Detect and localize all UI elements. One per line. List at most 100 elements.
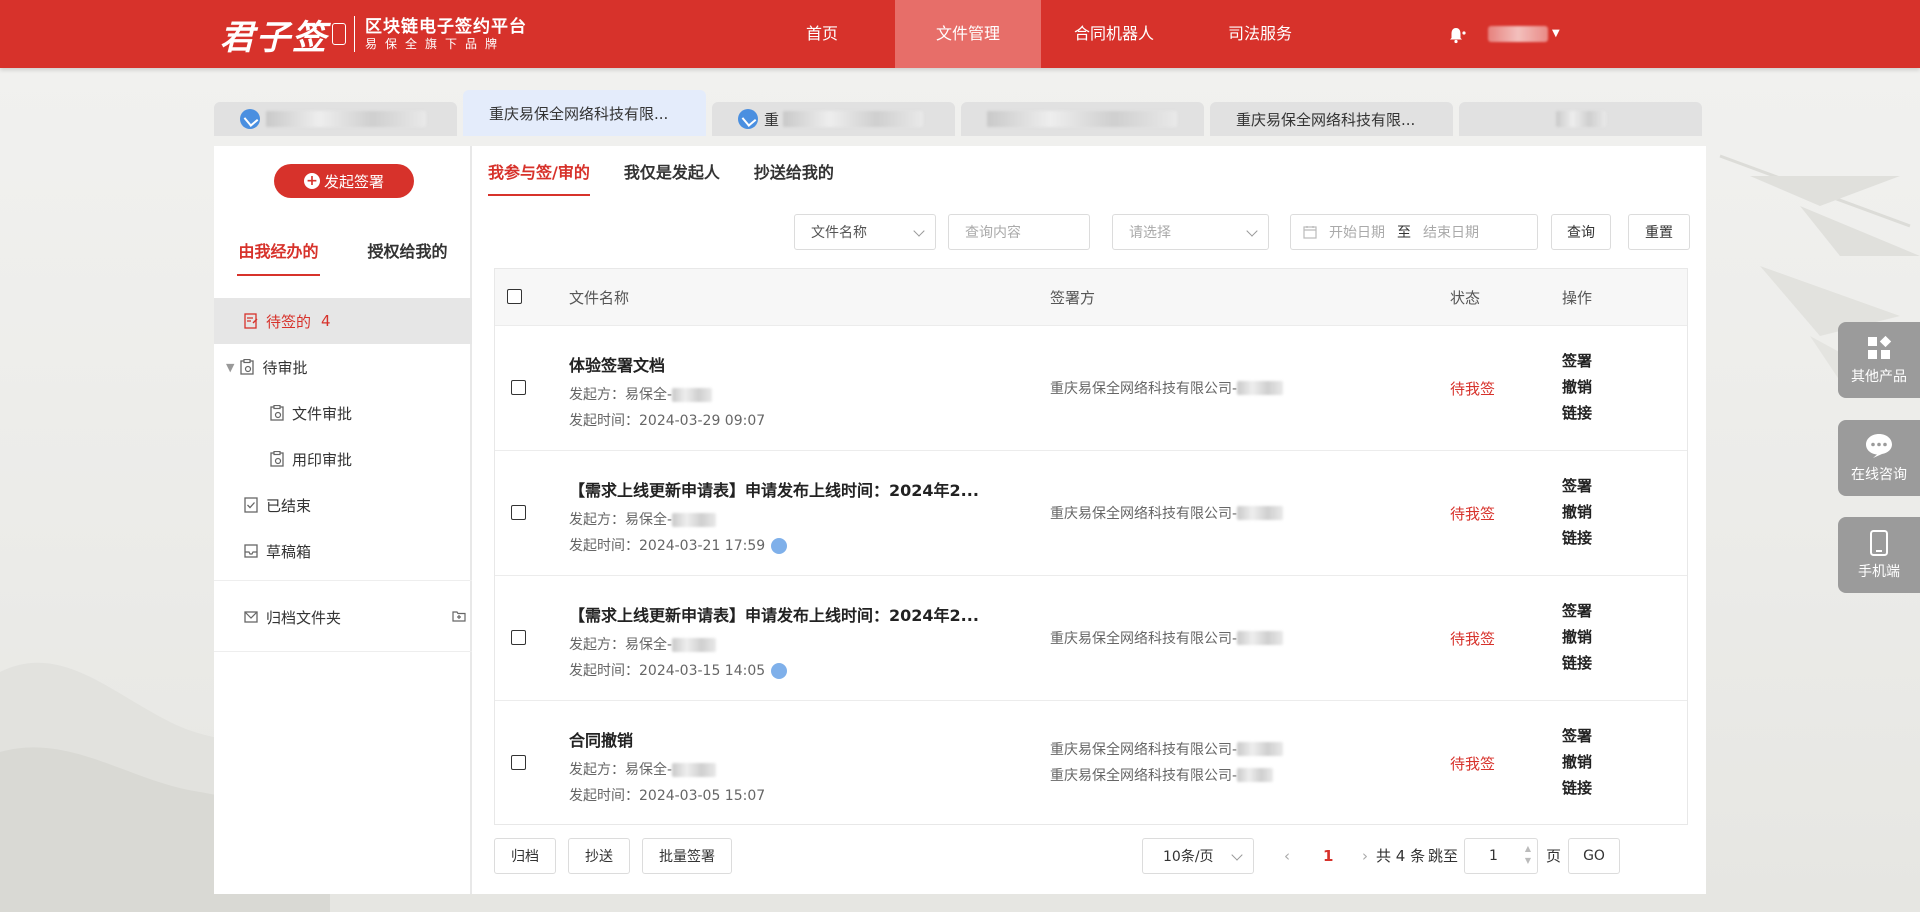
row-time: 发起时间：2024-03-29 09:07 [569,413,766,429]
link-button[interactable]: 链接 [1562,650,1592,676]
row-checkbox[interactable] [511,630,526,645]
jump-page-input[interactable]: 1 ▲ ▼ [1464,838,1538,874]
tab-participated[interactable]: 我参与签/审的 [488,156,590,196]
other-products-button[interactable]: 其他产品 [1838,322,1920,398]
link-button[interactable]: 链接 [1562,525,1592,551]
file-name[interactable]: 【需求上线更新申请表】申请发布上线时间：2024年2... [569,602,979,626]
row-ops: 签署 撤销 链接 [1562,348,1592,426]
batch-sign-button[interactable]: 批量签署 [642,838,732,874]
content-area: 我参与签/审的 我仅是发起人 抄送给我的 文件名称 查询内容 请选择 开始日期 … [488,146,1694,894]
start-date-placeholder[interactable]: 开始日期 [1329,222,1385,242]
reset-button[interactable]: 重置 [1628,214,1690,250]
nav-home[interactable]: 首页 [749,0,895,68]
start-signing-button[interactable]: + 发起签署 [274,164,414,198]
prev-page-icon[interactable]: ‹ [1284,838,1290,874]
go-button[interactable]: GO [1568,838,1620,874]
sidebar-item-drafts[interactable]: 草稿箱 [214,528,472,574]
collapse-triangle-icon[interactable]: ▼ [226,361,234,374]
row-checkbox[interactable] [511,755,526,770]
online-consult-button[interactable]: 在线咨询 [1838,420,1920,496]
revoke-button[interactable]: 撤销 [1562,749,1592,775]
doc-tab-2[interactable]: 重庆易保全网络科技有限... [463,90,706,136]
jump-to-label: 跳至 [1428,847,1459,865]
row-name-cell: 【需求上线更新申请表】申请发布上线时间：2024年2... 发起方：易保全- 发… [569,602,979,684]
page-size-select[interactable]: 10条/页 [1142,838,1254,874]
current-page[interactable]: 1 [1323,838,1333,874]
field-select[interactable]: 文件名称 [794,214,936,250]
logo[interactable]: 君子签 区块链电子签约平台 易保全旗下品牌 [220,12,527,58]
time-text: 发起时间：2024-03-21 17:59 [569,538,766,554]
row-initiator: 发起方：易保全- [569,507,979,533]
sidebar-item-file-approval[interactable]: 文件审批 [214,390,472,436]
row-checkbox[interactable] [511,380,526,395]
tab-label: 重庆易保全网络科技有限... [1236,110,1416,129]
signer-text: 重庆易保全网络科技有限公司- [1050,506,1238,522]
doc-tab-1[interactable] [214,102,457,136]
table-row[interactable]: 合同撤销 发起方：易保全- 发起时间：2024-03-05 15:07 重庆易保… [495,700,1687,824]
doc-tab-3[interactable]: 重 [712,102,955,136]
archive-button[interactable]: 归档 [494,838,556,874]
doc-tab-6[interactable] [1459,102,1702,136]
file-name[interactable]: 体验签署文档 [569,352,765,376]
tab-label: 重 [764,110,780,129]
revoke-button[interactable]: 撤销 [1562,624,1592,650]
bell-icon[interactable] [1448,26,1466,44]
nav-contract-robot[interactable]: 合同机器人 [1041,0,1187,68]
sidebar-item-label: 待签的 [266,312,312,331]
doc-tab-5[interactable]: 重庆易保全网络科技有限... [1210,102,1453,136]
main-panel: + 发起签署 由我经办的 授权给我的 待签的 4 ▼ 待审批 文件审批 用印审批… [214,146,1706,894]
sidebar-item-label: 文件审批 [292,404,353,423]
doc-tab-4[interactable] [961,102,1204,136]
query-input[interactable]: 查询内容 [948,214,1090,250]
row-name-cell: 体验签署文档 发起方：易保全- 发起时间：2024-03-29 09:07 [569,352,765,434]
tab-cc-to-me[interactable]: 抄送给我的 [754,156,834,196]
table-row[interactable]: 【需求上线更新申请表】申请发布上线时间：2024年2... 发起方：易保全- 发… [495,450,1687,575]
select-all-checkbox[interactable] [507,289,522,304]
sign-button[interactable]: 签署 [1562,348,1592,374]
sidebar-item-finished[interactable]: 已结束 [214,482,472,528]
end-date-placeholder[interactable]: 结束日期 [1423,222,1479,242]
table-row[interactable]: 体验签署文档 发起方：易保全- 发起时间：2024-03-29 09:07 重庆… [495,325,1687,450]
sign-button[interactable]: 签署 [1562,723,1592,749]
next-page-icon[interactable]: › [1362,838,1368,874]
chevron-down-icon [913,225,925,237]
user-name-blurred[interactable] [1488,26,1548,42]
file-name[interactable]: 【需求上线更新申请表】申请发布上线时间：2024年2... [569,477,979,501]
sidebar-list: 待签的 4 ▼ 待审批 文件审批 用印审批 已结束 草稿箱 [214,298,472,574]
sidebar-item-pending-approval[interactable]: ▼ 待审批 [214,344,472,390]
stepper-icon[interactable]: ▲ ▼ [1525,843,1531,867]
query-button[interactable]: 查询 [1551,214,1611,250]
sidebar-item-archive-folder[interactable]: 归档文件夹 [214,594,472,640]
user-menu-caret-icon[interactable]: ▼ [1552,28,1560,39]
nav-judicial-service[interactable]: 司法服务 [1187,0,1333,68]
revoke-button[interactable]: 撤销 [1562,499,1592,525]
nav-file-management[interactable]: 文件管理 [895,0,1041,68]
table-row[interactable]: 【需求上线更新申请表】申请发布上线时间：2024年2... 发起方：易保全- 发… [495,575,1687,700]
revoke-button[interactable]: 撤销 [1562,374,1592,400]
tab-authorized-to-me[interactable]: 授权给我的 [343,232,472,276]
type-select[interactable]: 请选择 [1112,214,1269,250]
tab-handled-by-me[interactable]: 由我经办的 [214,232,343,276]
add-folder-icon[interactable] [452,610,466,622]
sidebar-item-to-sign[interactable]: 待签的 4 [214,298,472,344]
type-select-placeholder: 请选择 [1129,225,1171,241]
row-checkbox[interactable] [511,505,526,520]
row-ops: 签署 撤销 链接 [1562,723,1592,801]
verified-icon [738,109,758,129]
sidebar-divider [214,580,472,581]
row-name-cell: 【需求上线更新申请表】申请发布上线时间：2024年2... 发起方：易保全- 发… [569,477,979,559]
date-range-picker[interactable]: 开始日期 至 结束日期 [1290,214,1538,250]
cc-button[interactable]: 抄送 [568,838,630,874]
signer-text: 重庆易保全网络科技有限公司- [1050,631,1238,647]
sidebar-item-seal-approval[interactable]: 用印审批 [214,436,472,482]
signer-text: 重庆易保全网络科技有限公司- [1050,768,1238,784]
logo-text: 区块链电子签约平台 易保全旗下品牌 [365,17,527,52]
sign-button[interactable]: 签署 [1562,473,1592,499]
tab-initiator-only[interactable]: 我仅是发起人 [624,156,720,196]
row-signer-2: 重庆易保全网络科技有限公司- [1050,765,1274,785]
link-button[interactable]: 链接 [1562,400,1592,426]
file-name[interactable]: 合同撤销 [569,727,765,751]
mobile-button[interactable]: 手机端 [1838,517,1920,593]
link-button[interactable]: 链接 [1562,775,1592,801]
sign-button[interactable]: 签署 [1562,598,1592,624]
